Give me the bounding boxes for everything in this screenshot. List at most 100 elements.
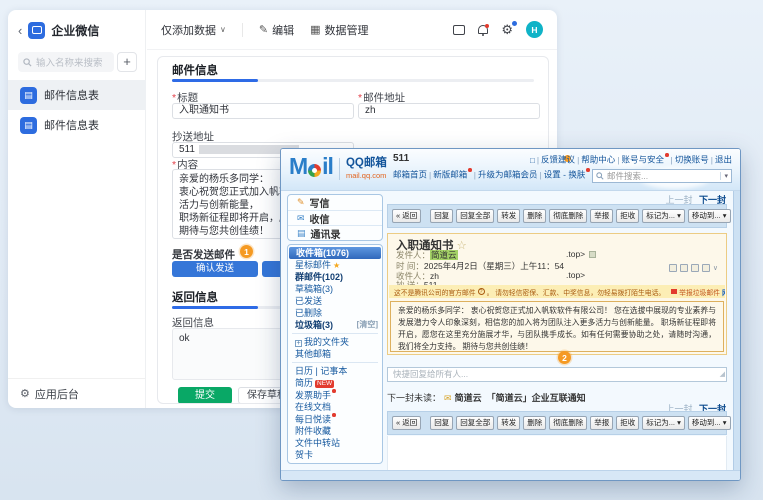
folder-drafts[interactable]: 草稿箱(3) [288,283,382,295]
sidebar-search-input[interactable]: 输入名称来搜索 [18,52,114,72]
report-button[interactable]: 举报 [590,416,613,431]
back-button[interactable]: « 返回 [392,209,421,224]
window-icon[interactable]: □ [530,156,535,165]
forward-button[interactable]: 转发 [497,209,520,224]
link-security[interactable]: 账号与安全 [622,155,665,165]
wecom-sidebar: ‹ 企业微信 输入名称来搜索 + ▤ 邮件信息表 ▤ 邮件信息表 ⚙ 应用后台 [8,10,146,408]
forward-icon[interactable] [669,264,677,272]
tool-online-docs[interactable]: 在线文档 [288,401,382,413]
mail-search-input[interactable]: 邮件搜索... ▾ [592,169,732,183]
folder-deleted[interactable]: 已删除 [288,307,382,319]
nav-upgrade[interactable]: 升级为邮箱会员 [478,170,538,180]
compose-button[interactable]: ✎写信 [288,195,382,210]
folder-other-mail[interactable]: 其他邮箱 [288,348,382,360]
reject-button[interactable]: 拒收 [616,209,639,224]
desktop: ‹ 企业微信 输入名称来搜索 + ▤ 邮件信息表 ▤ 邮件信息表 ⚙ 应用后台 [0,0,763,500]
reply-button[interactable]: 回复 [430,416,453,431]
folder-my-folders[interactable]: +我的文件夹 [288,336,382,348]
back-label: 返回 [402,211,417,220]
move-to-button[interactable]: 移动到... ▾ [688,209,731,224]
collapse-icon[interactable]: ∨ [713,264,718,272]
reply-all-button[interactable]: 回复全部 [456,416,494,431]
mode-dropdown[interactable]: 仅添加数据 ∨ [161,22,226,38]
more-icon[interactable] [702,264,710,272]
wecom-logo-icon [28,22,45,39]
title-field[interactable]: 入职通知书 [172,103,354,119]
nav-skin[interactable]: 换肤 [568,170,585,180]
folder-inbox[interactable]: 收件箱(1076) [289,247,381,259]
tool-file-transfer[interactable]: 文件中转站 [288,437,382,449]
data-manage-button[interactable]: ▦ 数据管理 [310,22,368,38]
junk-clear-link[interactable]: [清空] [357,319,378,331]
delete-forever-button[interactable]: 彻底删除 [549,209,587,224]
email-field[interactable]: zh [358,103,540,119]
confirm-send-button[interactable]: 确认发送 [172,261,258,277]
folder-junk[interactable]: 垃圾箱(3)[清空] [288,319,382,331]
print-icon[interactable] [691,264,699,272]
folder-starred[interactable]: 星标邮件★ [288,259,382,271]
folder-sent[interactable]: 已发送 [288,295,382,307]
delete-button[interactable]: 删除 [523,209,546,224]
receive-button[interactable]: ✉收信 [288,210,382,225]
folder-group-mail[interactable]: 群邮件(102) [288,271,382,283]
tool-calendar-notebook[interactable]: 日历 | 记事本 [288,365,382,377]
back-chevron-icon[interactable]: ‹ [18,23,22,38]
back-button[interactable]: « 返回 [392,416,421,431]
nav-settings[interactable]: 设置 [544,170,561,180]
reply-all-button[interactable]: 回复全部 [456,209,494,224]
nav-home[interactable]: 邮箱首页 [393,170,427,180]
bell-icon[interactable] [478,25,488,34]
forward-button[interactable]: 转发 [497,416,520,431]
report-button[interactable]: 举报 [590,209,613,224]
star-outline-icon[interactable]: ☆ [457,240,467,252]
phishing-warning-bar: 这不是腾讯公司的官方邮件 ? 。 请勿轻信密保、汇款、中奖信息，勿轻易拨打陌生电… [389,285,725,298]
qqmail-logo[interactable]: M il QQ邮箱 mail.qq.com [289,153,387,181]
delete-button[interactable]: 删除 [523,416,546,431]
search-icon [596,172,604,180]
resize-handle-icon[interactable]: ◢ [720,368,725,381]
tool-greeting-card[interactable]: 贺卡 [288,449,382,461]
sidebar-item-mail-form-2[interactable]: ▤ 邮件信息表 [8,110,146,140]
reply-button[interactable]: 回复 [430,209,453,224]
quick-reply-input[interactable]: 快捷回复给所有人... ◢ [387,367,727,382]
help-circle-icon[interactable]: ? [478,288,485,295]
sender-badge-icon [589,251,596,258]
security-check-link[interactable]: 网站安全云检测 [722,287,725,297]
submit-button[interactable]: 提交 [178,387,232,404]
sender-name-highlight[interactable]: 简道云 [430,250,458,260]
link-switch-account[interactable]: 切换账号 [675,155,709,165]
edit-button[interactable]: ✎ 编辑 [259,22,294,38]
search-dropdown-icon[interactable]: ▾ [720,172,728,180]
tool-attachments[interactable]: 附件收藏 [288,425,382,437]
document-icon[interactable] [680,264,688,272]
delete-forever-button[interactable]: 彻底删除 [549,416,587,431]
display-icon[interactable] [453,25,465,35]
qqmail-content: ✎写信 ✉收信 ▤通讯录 收件箱(1076) 星标邮件★ 群邮件(102) 草稿… [281,191,740,480]
tool-invoice[interactable]: 发票助手 [288,389,382,401]
toolbar-divider [242,23,243,37]
contacts-button[interactable]: ▤通讯录 [288,225,382,240]
app-backend-link[interactable]: ⚙ 应用后台 [8,378,145,408]
nav-separator: | [539,170,541,180]
settings-gear-icon[interactable]: ⚙ [501,23,513,36]
report-spam-link[interactable]: 举报垃圾邮件 [671,287,720,297]
add-button[interactable]: + [117,52,137,72]
sidebar-item-mail-form-1[interactable]: ▤ 邮件信息表 [8,80,146,110]
next-unread-row[interactable]: 下一封未读：✉简道云 「简道云」企业互联通知 [387,391,586,404]
link-feedback[interactable]: 反馈建议 [541,155,575,165]
tool-resume[interactable]: 简历NEW [288,377,382,389]
link-help[interactable]: 帮助中心 [581,155,615,165]
reject-button[interactable]: 拒收 [616,416,639,431]
move-to-button[interactable]: 移动到... ▾ [688,416,731,431]
nav-new-version[interactable]: 新版邮箱 [433,170,467,180]
link-logout[interactable]: 退出 [715,155,732,165]
move-to-label: 移动到... [692,211,721,220]
logo-domain-text: mail.qq.com [346,171,387,180]
scrollbar[interactable] [733,191,740,470]
avatar[interactable]: H [526,21,543,38]
user-account: 511 [393,153,409,164]
mark-as-button[interactable]: 标记为... ▾ [642,416,685,431]
expand-icon[interactable]: + [295,340,302,347]
tool-daily-read[interactable]: 每日悦读 [288,413,382,425]
mark-as-button[interactable]: 标记为... ▾ [642,209,685,224]
